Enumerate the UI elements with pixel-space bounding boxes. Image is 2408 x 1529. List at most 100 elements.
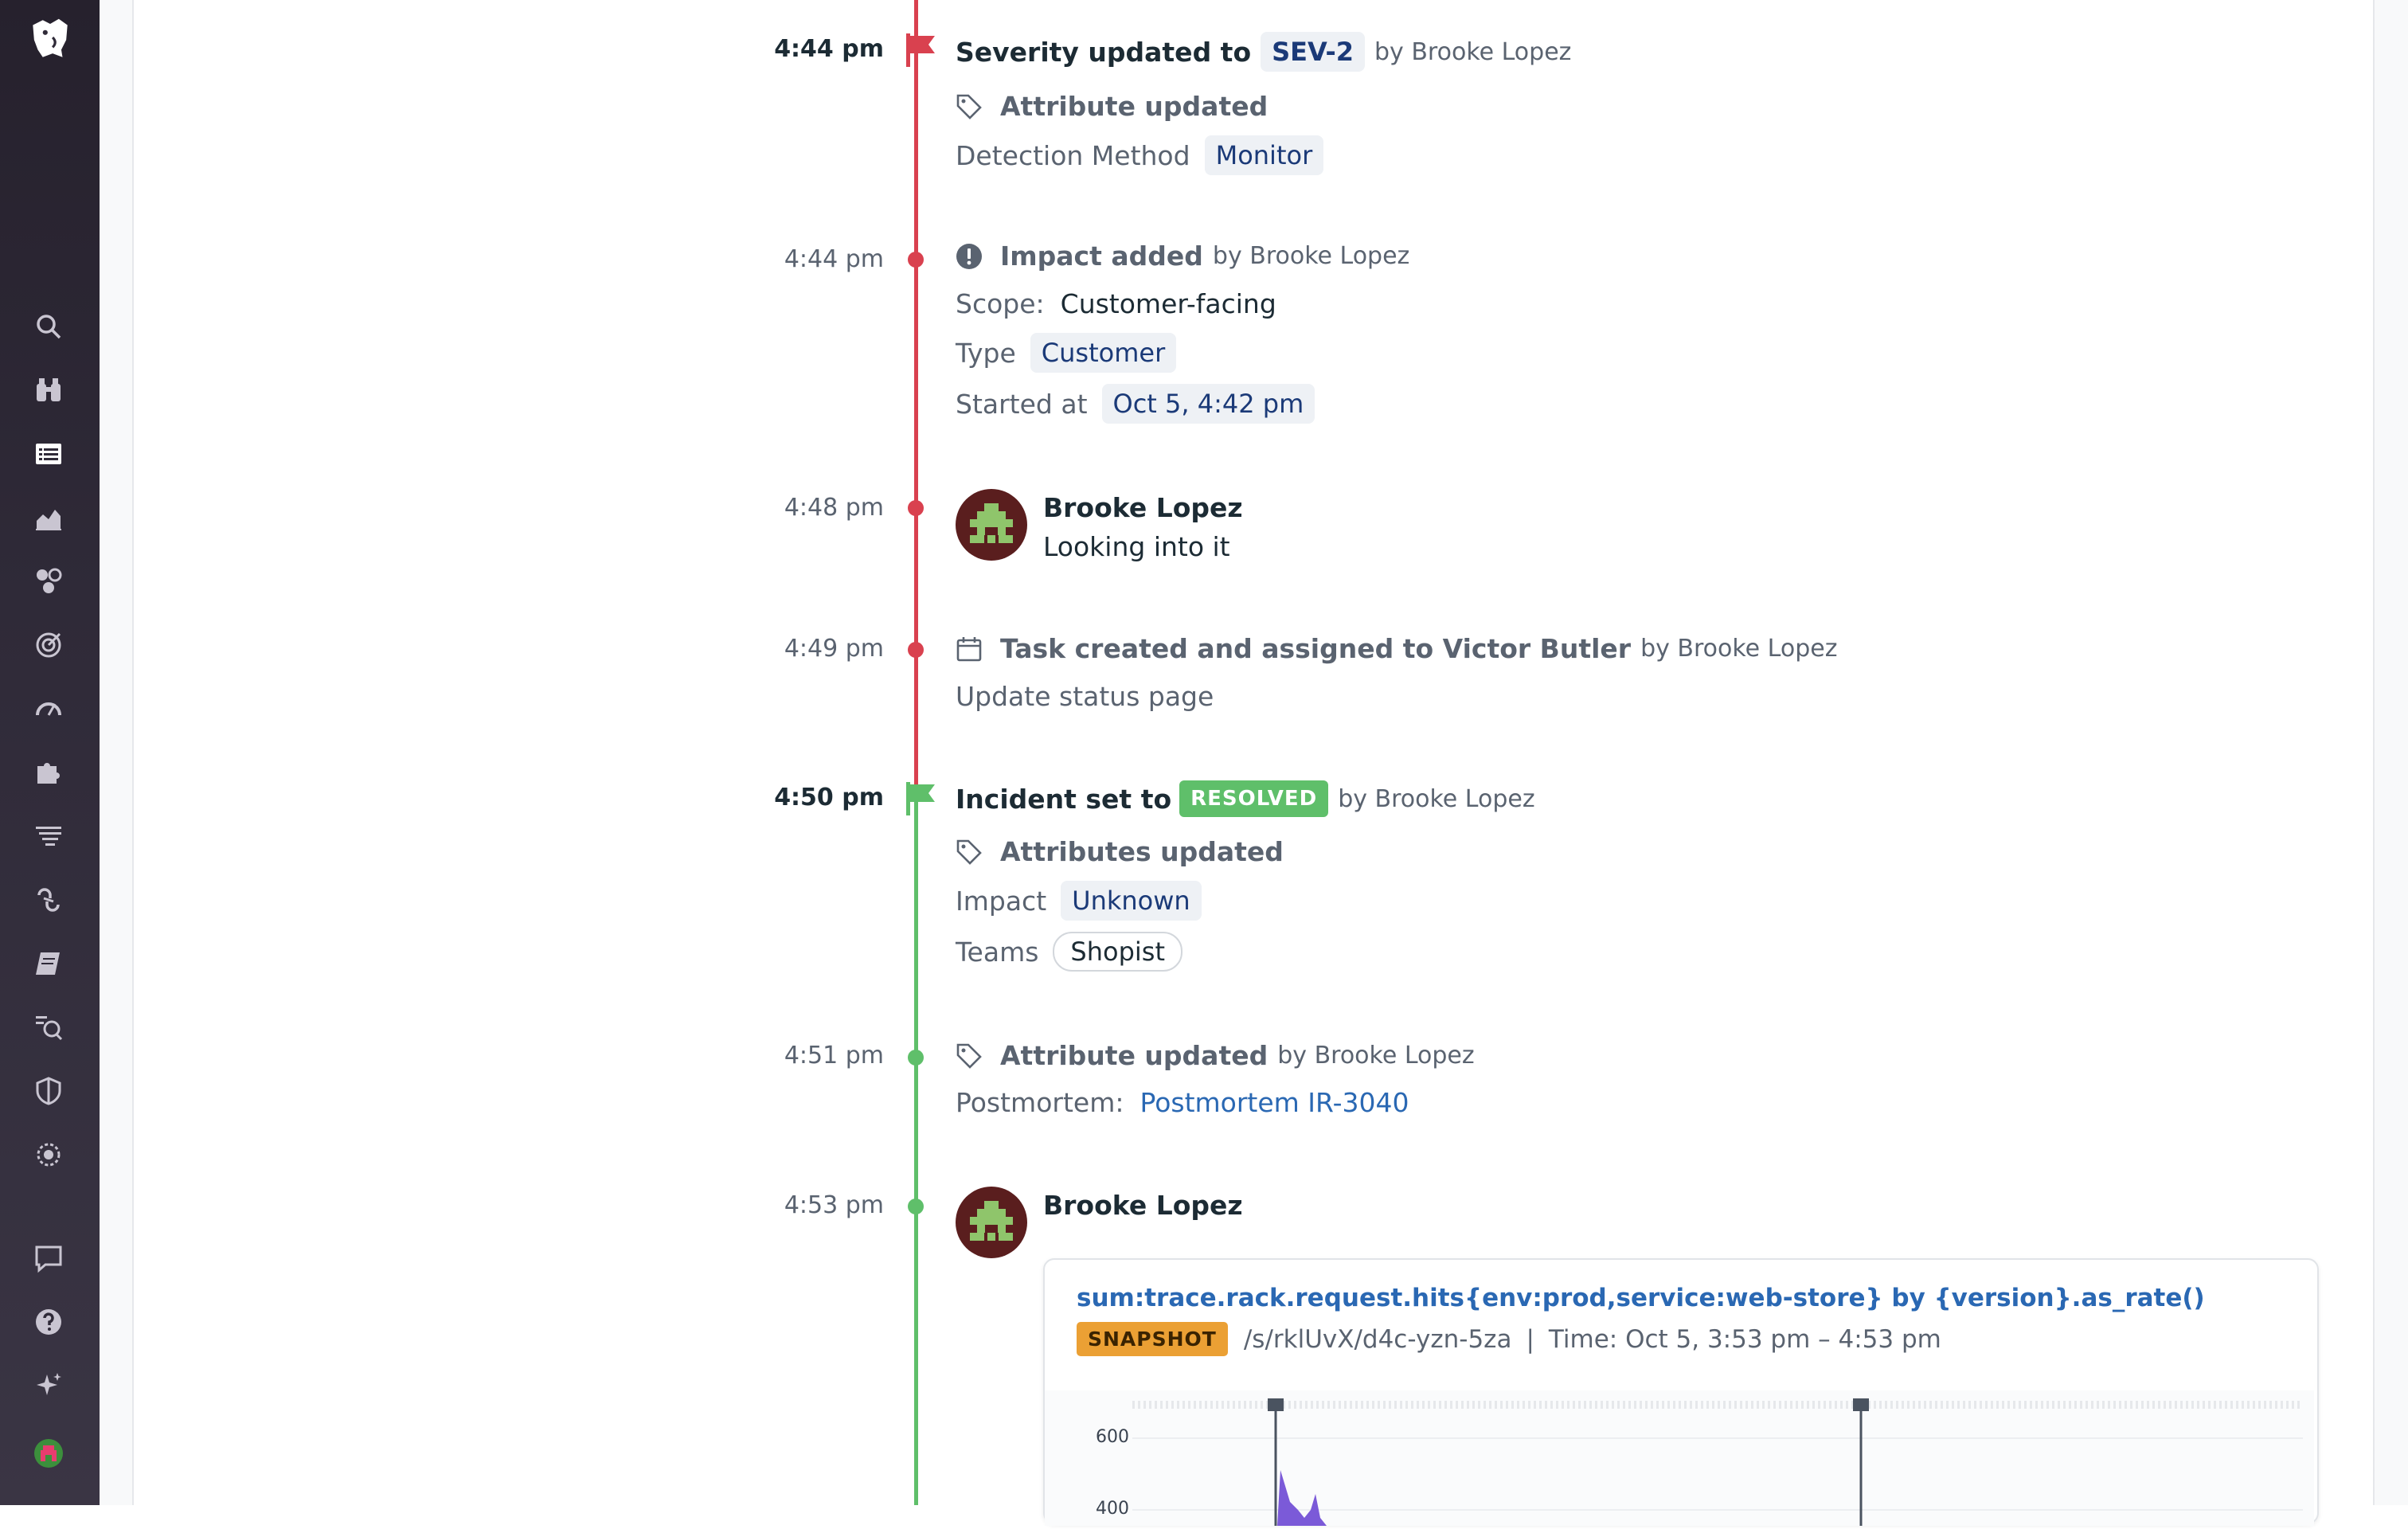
type-row: Type Customer — [956, 333, 1177, 373]
panel-border — [132, 0, 134, 1505]
calendar-icon — [956, 636, 982, 661]
shield-icon[interactable] — [29, 1071, 68, 1111]
postmortem-update-event: Attribute updated by Brooke Lopez — [956, 1040, 1475, 1071]
help-icon[interactable] — [29, 1302, 68, 1342]
sidebar-nav — [0, 0, 100, 1505]
snapshot-badge: SNAPSHOT — [1077, 1322, 1228, 1356]
timeline-dot — [908, 1050, 924, 1066]
puzzle-icon[interactable] — [29, 753, 68, 792]
speedometer-icon[interactable] — [29, 689, 68, 729]
event-marker-handle[interactable] — [1853, 1398, 1869, 1411]
avatar[interactable] — [956, 489, 1027, 561]
status-badge: RESOLVED — [1179, 780, 1329, 817]
area-chart-icon[interactable] — [29, 498, 68, 538]
postmortem-link[interactable]: Postmortem IR-3040 — [1140, 1087, 1409, 1118]
tag-icon — [956, 1043, 982, 1069]
timeline-dot — [908, 1199, 924, 1214]
timeline-dot — [908, 642, 924, 658]
tag-icon — [956, 839, 982, 865]
chat-icon[interactable] — [29, 1238, 68, 1278]
severity-badge: SEV-2 — [1261, 32, 1366, 72]
attributes-update-heading: Attributes updated — [956, 836, 1284, 867]
exclamation-circle-icon — [956, 243, 982, 269]
incident-resolved-event: Incident set to RESOLVED by Brooke Lopez — [956, 780, 1535, 817]
teams-label: Teams — [956, 936, 1039, 968]
tag-icon — [956, 94, 982, 119]
synthetics-icon[interactable] — [29, 1007, 68, 1047]
snapshot-card[interactable]: sum:trace.rack.request.hits{env:prod,ser… — [1043, 1258, 2319, 1526]
right-gutter — [2375, 0, 2408, 1505]
event-time: 4:44 pm — [774, 35, 884, 63]
event-time: 4:48 pm — [784, 494, 884, 522]
event-time: 4:49 pm — [784, 635, 884, 663]
target-icon[interactable] — [29, 625, 68, 665]
scope-label: Scope: — [956, 288, 1045, 319]
left-gutter — [100, 0, 133, 1505]
event-time: 4:44 pm — [784, 245, 884, 273]
event-author: by Brooke Lopez — [1338, 784, 1535, 813]
postmortem-label: Postmortem: — [956, 1087, 1124, 1118]
event-title: Severity updated to — [956, 36, 1252, 68]
task-created-event: Task created and assigned to Victor Butl… — [956, 633, 1837, 664]
scope-value: Customer-facing — [1060, 288, 1276, 319]
red-flag-icon — [906, 33, 935, 67]
list-icon[interactable] — [29, 434, 68, 474]
scope-row: Scope: Customer-facing — [956, 288, 1276, 319]
detection-method-label: Detection Method — [956, 139, 1190, 171]
task-detail: Update status page — [956, 681, 1214, 712]
snapshot-graph-svg — [1132, 1398, 2303, 1526]
y-tick-label: 600 — [1096, 1427, 1129, 1447]
datadog-logo-icon[interactable] — [24, 11, 76, 64]
attributes-update-title: Attributes updated — [1000, 836, 1284, 867]
comment-message: Looking into it — [1043, 531, 1230, 562]
team-pill[interactable]: Shopist — [1053, 932, 1183, 972]
snapshot-path: /s/rklUvX/d4c-yzn-5za — [1243, 1324, 1512, 1354]
detection-method-value: Monitor — [1204, 135, 1324, 175]
infrastructure-icon[interactable] — [29, 561, 68, 601]
event-time: 4:51 pm — [784, 1042, 884, 1070]
sparkle-icon[interactable] — [29, 1366, 68, 1406]
event-author: by Brooke Lopez — [1640, 635, 1838, 663]
snapshot-separator: | — [1526, 1324, 1534, 1354]
event-marker-handle[interactable] — [1268, 1398, 1284, 1411]
started-at-label: Started at — [956, 388, 1088, 420]
green-flag-icon — [906, 782, 935, 815]
started-at-value: Oct 5, 4:42 pm — [1101, 384, 1315, 424]
impact-row: Impact Unknown — [956, 881, 1202, 921]
snapshot-meta: SNAPSHOT /s/rklUvX/d4c-yzn-5za | Time: O… — [1077, 1322, 1941, 1356]
avatar[interactable] — [956, 1187, 1027, 1258]
user-avatar-icon[interactable] — [29, 1433, 68, 1473]
event-title: Incident set to — [956, 783, 1172, 815]
event-author: by Brooke Lopez — [1212, 242, 1410, 270]
event-time: 4:50 pm — [774, 784, 884, 811]
teams-row: Teams Shopist — [956, 932, 1183, 972]
snapshot-time-range: Time: Oct 5, 3:53 pm – 4:53 pm — [1548, 1324, 1941, 1354]
series-area — [1277, 1470, 1327, 1526]
binoculars-icon[interactable] — [29, 370, 68, 410]
y-tick-label: 400 — [1096, 1499, 1129, 1519]
filter-icon[interactable] — [29, 816, 68, 856]
event-title: Impact added — [1000, 240, 1203, 272]
notebook-icon[interactable] — [29, 944, 68, 983]
snapshot-graph[interactable]: 600 400 — [1045, 1390, 2314, 1526]
attribute-update-heading: Attribute updated — [956, 91, 1268, 122]
link-icon[interactable] — [29, 880, 68, 920]
timeline-dot — [908, 500, 924, 516]
postmortem-row: Postmortem: Postmortem IR-3040 — [956, 1087, 1409, 1118]
type-value: Customer — [1030, 333, 1177, 373]
impact-label: Impact — [956, 885, 1047, 917]
detection-method-row: Detection Method Monitor — [956, 135, 1324, 175]
search-icon[interactable] — [29, 307, 68, 346]
event-time: 4:53 pm — [784, 1191, 884, 1219]
user-avatar-icon — [956, 489, 1027, 561]
user-avatar-icon — [956, 1187, 1027, 1258]
severity-update-event: Severity updated to SEV-2 by Brooke Lope… — [956, 32, 1571, 72]
watchdog-icon[interactable] — [29, 1135, 68, 1175]
event-author: by Brooke Lopez — [1374, 37, 1572, 66]
comment-author: Brooke Lopez — [1043, 492, 1243, 523]
snapshot-query-link[interactable]: sum:trace.rack.request.hits{env:prod,ser… — [1077, 1284, 2205, 1312]
event-title: Task created and assigned to Victor Butl… — [1000, 633, 1632, 664]
type-label: Type — [956, 337, 1016, 369]
impact-value: Unknown — [1061, 881, 1202, 921]
impact-added-event: Impact added by Brooke Lopez — [956, 240, 1409, 272]
